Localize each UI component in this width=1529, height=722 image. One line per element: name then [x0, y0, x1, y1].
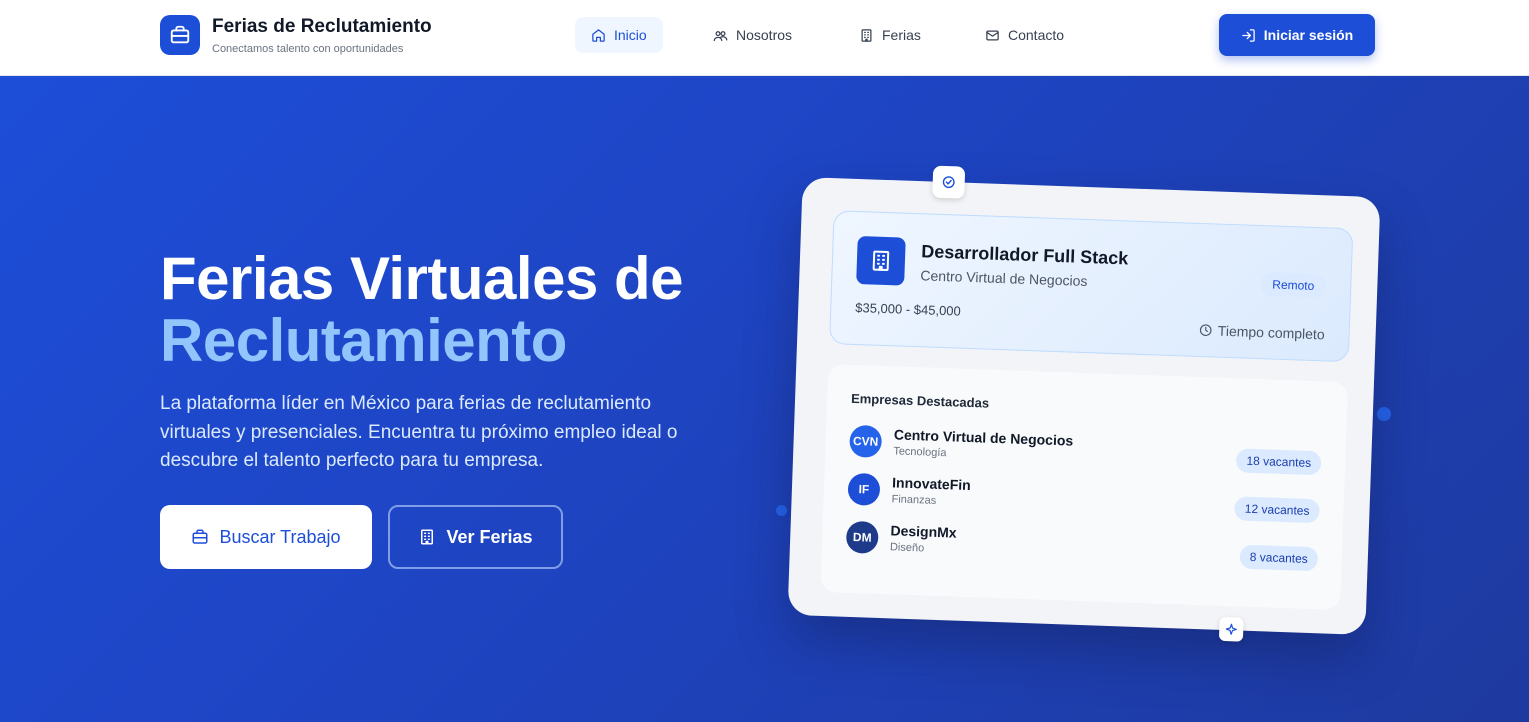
- job-type: Tiempo completo: [1199, 322, 1325, 342]
- hero-title: Ferias Virtuales de: [160, 245, 684, 312]
- sparkle-icon: [1218, 616, 1244, 642]
- nav-item-inicio[interactable]: Inicio: [575, 17, 663, 53]
- login-icon: [1242, 28, 1255, 42]
- vacancies-badge: 8 vacantes: [1239, 544, 1319, 572]
- building-icon: [856, 236, 906, 286]
- company-row[interactable]: DM DesignMx Diseño 8 vacantes: [845, 520, 1319, 573]
- company-name: InnovateFin: [891, 474, 972, 494]
- hero-section: Ferias Virtuales de Reclutamiento La pla…: [0, 76, 1529, 722]
- job-listing-card[interactable]: Desarrollador Full Stack Centro Virtual …: [829, 210, 1354, 363]
- view-fairs-button[interactable]: Ver Ferias: [388, 505, 563, 569]
- check-circle-icon: [932, 165, 966, 199]
- view-fairs-label: Ver Ferias: [446, 526, 533, 547]
- company-category: Finanzas: [891, 493, 937, 507]
- nav-item-nosotros[interactable]: Nosotros: [697, 17, 808, 53]
- nav-label: Ferias: [882, 27, 921, 43]
- site-header: Ferias de Reclutamiento Conectamos talen…: [0, 0, 1529, 76]
- clock-icon: [1200, 324, 1212, 337]
- preview-card: Desarrollador Full Stack Centro Virtual …: [787, 165, 1381, 642]
- job-title: Desarrollador Full Stack: [920, 241, 1129, 269]
- building-icon: [861, 28, 872, 42]
- brand-title[interactable]: Ferias de Reclutamiento: [212, 16, 432, 38]
- nav-label: Inicio: [614, 27, 647, 43]
- company-row[interactable]: IF InnovateFin Finanzas 12 vacantes: [847, 472, 1320, 525]
- job-salary: $35,000 - $45,000: [855, 299, 962, 319]
- company-category: Tecnología: [893, 445, 947, 460]
- building-icon: [421, 529, 434, 545]
- mail-icon: [986, 30, 999, 40]
- company-category: Diseño: [889, 541, 925, 555]
- nav-item-ferias[interactable]: Ferias: [843, 17, 937, 53]
- briefcase-icon: [192, 529, 208, 544]
- job-company: Centro Virtual de Negocios: [920, 267, 1088, 290]
- decorative-dot: [1377, 407, 1391, 421]
- featured-companies-title: Empresas Destacadas: [850, 390, 990, 411]
- company-avatar: IF: [847, 472, 881, 506]
- decorative-dot: [776, 505, 787, 516]
- home-icon: [592, 28, 605, 42]
- search-jobs-label: Buscar Trabajo: [219, 526, 341, 547]
- company-avatar: DM: [845, 520, 879, 554]
- nav-item-contacto[interactable]: Contacto: [969, 17, 1080, 53]
- job-location-badge: Remoto: [1259, 272, 1327, 299]
- company-avatar: CVN: [849, 424, 883, 458]
- users-icon: [713, 30, 728, 41]
- hero-description: La plataforma líder en México para feria…: [160, 393, 678, 471]
- nav-label: Nosotros: [736, 27, 793, 43]
- brand-subtitle: Conectamos talento con oportunidades: [212, 43, 404, 55]
- login-button[interactable]: Iniciar sesión: [1219, 14, 1375, 56]
- hero-title-accent: Reclutamiento: [160, 307, 567, 374]
- company-name: Centro Virtual de Negocios: [893, 426, 1074, 449]
- job-type-label: Tiempo completo: [1217, 322, 1325, 343]
- vacancies-badge: 12 vacantes: [1234, 496, 1320, 524]
- company-row[interactable]: CVN Centro Virtual de Negocios Tecnologí…: [849, 424, 1322, 477]
- login-label: Iniciar sesión: [1263, 27, 1354, 43]
- search-jobs-button[interactable]: Buscar Trabajo: [160, 505, 372, 569]
- nav-label: Contacto: [1008, 27, 1065, 43]
- vacancies-badge: 18 vacantes: [1236, 448, 1322, 476]
- company-name: DesignMx: [890, 522, 957, 541]
- featured-companies: Empresas Destacadas CVN Centro Virtual d…: [820, 364, 1348, 611]
- briefcase-logo-icon[interactable]: [160, 15, 200, 55]
